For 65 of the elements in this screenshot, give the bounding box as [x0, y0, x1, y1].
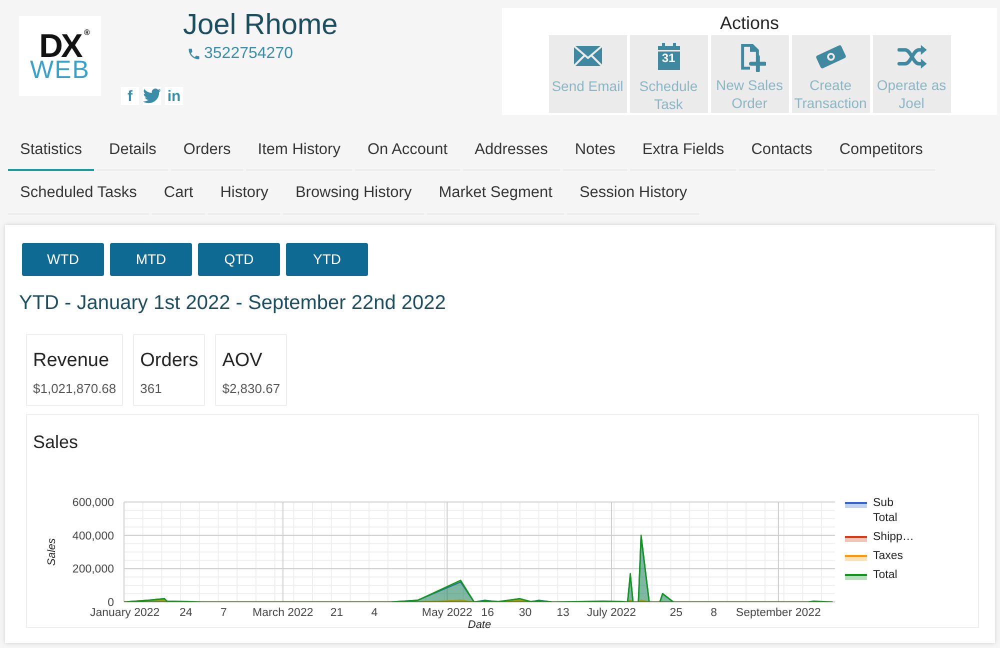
tab[interactable]: Session History [567, 174, 700, 214]
tab[interactable]: Orders [171, 131, 243, 172]
tab[interactable]: Contacts [739, 131, 824, 172]
tab[interactable]: Extra Fields [630, 131, 736, 172]
stat-value: $1,021,870.68 [33, 380, 116, 398]
phone-icon [187, 46, 201, 61]
tab[interactable]: On Account [355, 131, 460, 172]
actions-title: Actions [720, 13, 780, 35]
tab[interactable]: Item History [246, 131, 352, 172]
axis-label: 13 [556, 606, 570, 618]
legend-label: Taxes [873, 550, 904, 562]
registered-mark: ® [84, 29, 90, 37]
contact-name: Joel Rhome [183, 10, 338, 42]
stat-label: Revenue [33, 348, 110, 372]
legend-swatch [845, 536, 867, 542]
period-button[interactable]: MTD [110, 242, 192, 276]
facebook-link[interactable]: f [121, 87, 139, 105]
stat-value: $2,830.67 [222, 380, 280, 398]
stat-value: 361 [140, 380, 163, 398]
period-button[interactable]: QTD [198, 242, 280, 276]
axis-label: 200,000 [72, 563, 114, 576]
legend-swatch [845, 574, 867, 580]
axis-label: 30 [518, 606, 532, 618]
legend-label: Shipp… [873, 530, 914, 542]
axis-label: September 2022 [736, 606, 821, 618]
action-button[interactable]: 31 Schedule Task [630, 34, 708, 113]
legend-swatch [845, 502, 867, 508]
tab[interactable]: Addresses [462, 131, 560, 172]
axis-label: 400,000 [72, 530, 114, 542]
chart-title: Sales [33, 430, 80, 454]
axis-label: 600,000 [72, 496, 114, 508]
axis-label: May 2022 [422, 606, 472, 618]
axis-title: Date [468, 618, 492, 630]
axis-label: 7 [220, 606, 227, 618]
axis-label: 16 [481, 606, 494, 618]
axis-label: January 2022 [90, 606, 160, 618]
tab[interactable]: Browsing History [283, 174, 424, 214]
tab[interactable]: Market Segment [426, 174, 564, 214]
phone-link[interactable]: 3522754270 [204, 42, 293, 66]
axis-label: 21 [330, 606, 344, 618]
tab[interactable]: History [208, 174, 280, 214]
axis-label: 0 [108, 596, 114, 608]
stat-label: Orders [140, 348, 198, 372]
stat-label: AOV [222, 348, 264, 372]
period-heading: YTD - January 1st 2022 - September 22nd 2022 [19, 290, 447, 316]
tab[interactable]: Cart [152, 174, 206, 214]
legend-label: Total [873, 568, 898, 580]
period-button[interactable]: YTD [286, 242, 368, 276]
axis-label: 4 [371, 606, 378, 618]
axis-label: 25 [670, 606, 682, 618]
tab[interactable]: Details [97, 131, 168, 172]
period-button[interactable]: WTD [22, 242, 104, 276]
tab[interactable]: Scheduled Tasks [8, 174, 149, 214]
axis-label: July 2022 [586, 606, 636, 618]
tab[interactable]: Notes [562, 131, 628, 172]
linkedin-link[interactable]: in [165, 87, 183, 105]
twitter-icon[interactable] [143, 87, 161, 105]
axis-title: Sales [46, 538, 58, 566]
axis-label: March 2022 [252, 606, 314, 618]
tab[interactable]: Statistics [8, 131, 94, 172]
legend-label: Sub Total [873, 496, 898, 524]
legend-swatch [845, 554, 867, 560]
axis-label: 8 [710, 606, 717, 618]
tab[interactable]: Competitors [827, 131, 935, 172]
axis-label: 24 [180, 606, 192, 618]
